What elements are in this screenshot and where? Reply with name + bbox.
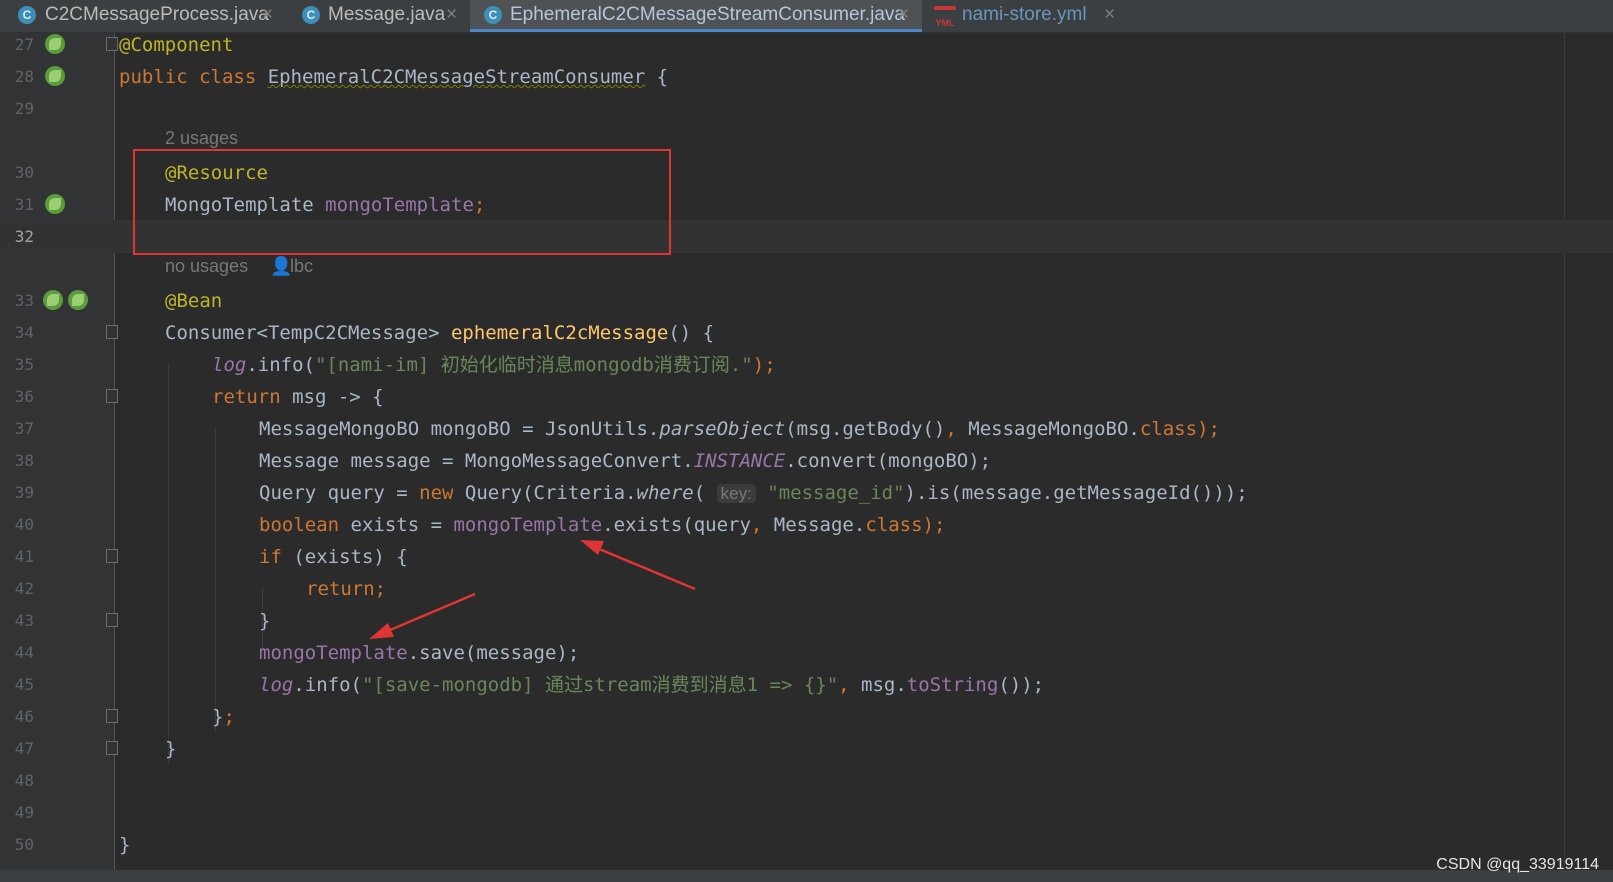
close-icon[interactable]: × — [446, 4, 457, 26]
code-editor[interactable]: 27 @Component 28 public class EphemeralC… — [0, 33, 1613, 882]
close-icon[interactable]: × — [1104, 4, 1115, 26]
close-icon[interactable]: × — [898, 4, 909, 26]
annotation-arrow — [369, 592, 476, 639]
java-class-icon: C — [484, 6, 502, 24]
yml-file-icon: YML — [934, 6, 956, 28]
watermark: CSDN @qq_33919114 — [1436, 856, 1599, 873]
tab-label: C2CMessageProcess.java — [45, 4, 269, 25]
close-icon[interactable]: × — [262, 4, 273, 26]
java-class-icon: C — [302, 6, 320, 24]
horizontal-scrollbar[interactable] — [0, 870, 1613, 882]
tab-label: EphemeralC2CMessageStreamConsumer.java — [510, 4, 905, 25]
annotation-arrows — [369, 540, 696, 639]
java-class-icon: C — [18, 6, 36, 24]
tab-label: Message.java — [328, 4, 446, 25]
tab-label: nami-store.yml — [962, 4, 1087, 25]
annotation-arrow — [580, 540, 696, 591]
